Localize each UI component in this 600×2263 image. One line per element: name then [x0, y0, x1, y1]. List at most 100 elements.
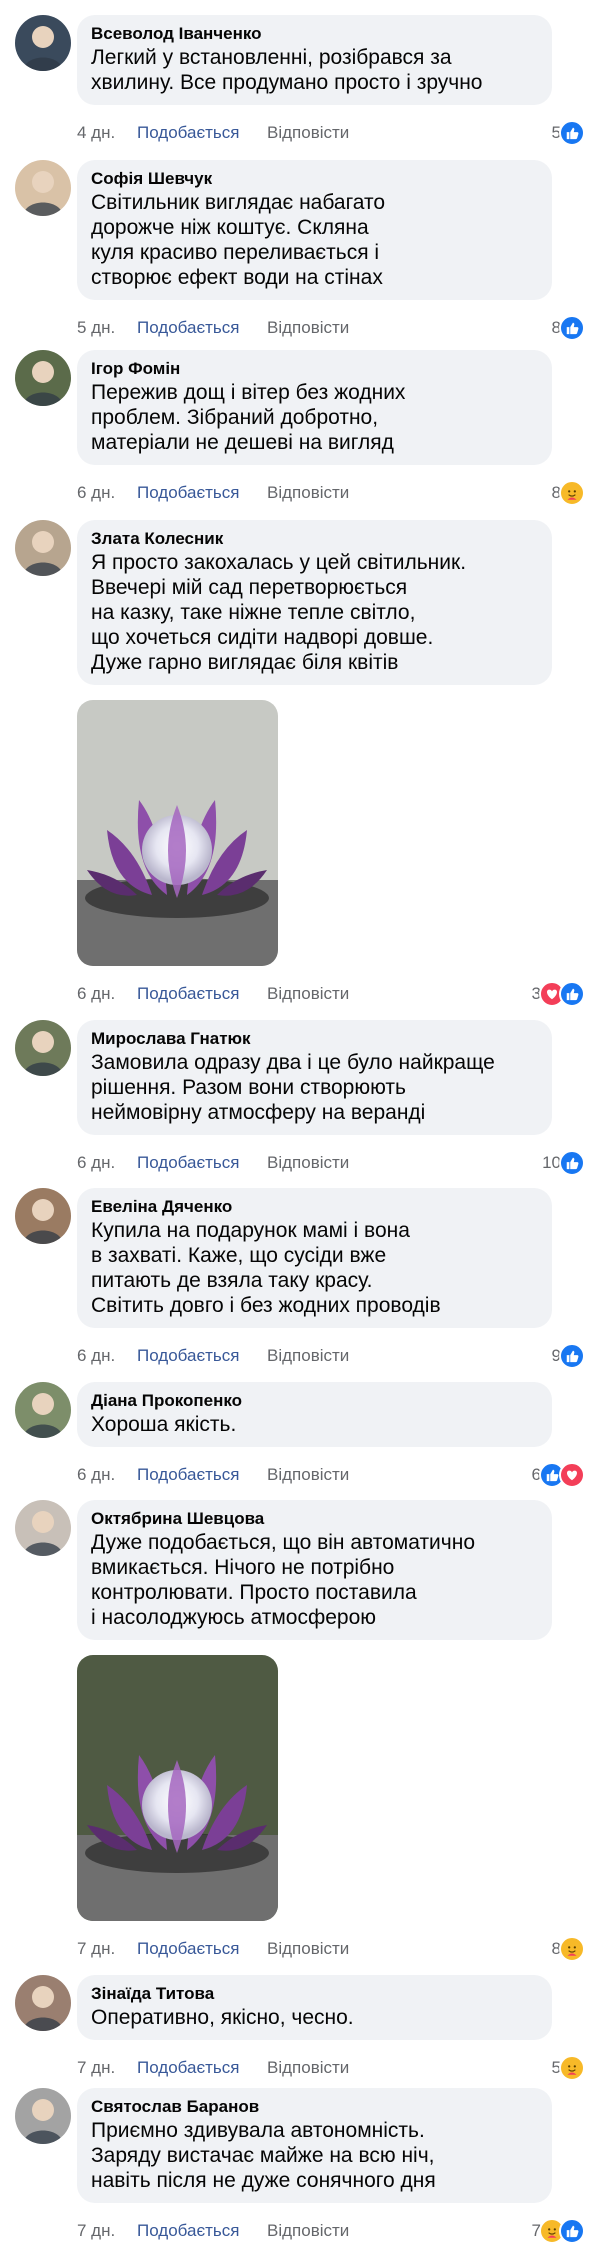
comment-author[interactable]: Всеволод Іванченко — [91, 23, 538, 45]
avatar[interactable] — [15, 1975, 71, 2031]
comment-author[interactable]: Мирослава Гнатюк — [91, 1028, 538, 1050]
avatar[interactable] — [15, 1382, 71, 1438]
like-button[interactable]: Подобається — [137, 984, 267, 1004]
comment-author[interactable]: Святослав Баранов — [91, 2096, 538, 2118]
reaction-summary[interactable]: 8 — [552, 315, 585, 341]
comment-meta: 6 дн. Подобається Відповісти — [77, 1346, 349, 1366]
comment-author[interactable]: Ігор Фомін — [91, 358, 538, 380]
comment-text-line: навіть після не дуже сонячного дня — [91, 2169, 436, 2192]
reply-button[interactable]: Відповісти — [267, 318, 349, 338]
comment-text: Замовила одразу два і це було найкраще рі… — [91, 1050, 538, 1125]
comment-bubble: Софія Шевчук Світильник виглядає набагато… — [77, 160, 552, 300]
reply-button[interactable]: Відповісти — [267, 984, 349, 1004]
reaction-summary[interactable]: 3 — [532, 981, 585, 1007]
comment-text-line: Купила на подарунок мамі і вона — [91, 1219, 410, 1242]
reply-button[interactable]: Відповісти — [267, 2058, 349, 2078]
like-button[interactable]: Подобається — [137, 2221, 267, 2241]
comment-text-line: хвилину. Все продумано просто і зручно — [91, 71, 483, 94]
comment-author[interactable]: Зінаїда Титова — [91, 1983, 538, 2005]
comment-author[interactable]: Евеліна Дяченко — [91, 1196, 538, 1218]
comment-text: Дуже подобається, що він автоматично вмик… — [91, 1530, 538, 1630]
comment-time: 4 дн. — [77, 123, 116, 142]
comment-meta: 7 дн. Подобається Відповісти — [77, 2221, 349, 2241]
comment-author[interactable]: Злата Колесник — [91, 528, 538, 550]
reply-button[interactable]: Відповісти — [267, 123, 349, 143]
comment-text-line: Приємно здивувала автономність. — [91, 2119, 425, 2142]
reaction-summary[interactable]: 8 — [552, 1936, 585, 1962]
comment-text-line: що хочеться сидіти надворі довше. — [91, 626, 434, 649]
avatar[interactable] — [15, 350, 71, 406]
like-button[interactable]: Подобається — [137, 1939, 267, 1959]
reaction-summary[interactable]: 9 — [552, 1343, 585, 1369]
reaction-summary[interactable]: 5 — [552, 2055, 585, 2081]
comment-text: Купила на подарунок мамі і вона в захваті… — [91, 1218, 538, 1318]
comment-time: 6 дн. — [77, 1346, 116, 1365]
reply-button[interactable]: Відповісти — [267, 1346, 349, 1366]
reaction-summary[interactable]: 6 — [532, 1462, 585, 1488]
comment-list: Всеволод Іванченко Легкий у встановленні,… — [0, 0, 600, 2263]
like-button[interactable]: Подобається — [137, 1346, 267, 1366]
reply-button[interactable]: Відповісти — [267, 2221, 349, 2241]
comment-bubble: Святослав Баранов Приємно здивувала автон… — [77, 2088, 552, 2203]
comment-text: Приємно здивувала автономність. Заряду ви… — [91, 2118, 538, 2193]
comment-text-line: Заряду вистачає майже на всю ніч, — [91, 2144, 435, 2167]
comment-text: Я просто закохалась у цей світильник. Вве… — [91, 550, 538, 675]
comment-bubble: Зінаїда Титова Оперативно, якісно, чесно. — [77, 1975, 552, 2040]
comment-time: 6 дн. — [77, 1153, 116, 1172]
lotus-lamp-photo[interactable] — [77, 1655, 278, 1921]
avatar[interactable] — [15, 520, 71, 576]
reply-button[interactable]: Відповісти — [267, 1465, 349, 1485]
comment-time: 6 дн. — [77, 483, 116, 502]
care-icon — [559, 1936, 585, 1962]
comment-meta: 5 дн. Подобається Відповісти — [77, 318, 349, 338]
avatar[interactable] — [15, 15, 71, 71]
comment-text: Легкий у встановленні, розібрався за хвил… — [91, 45, 538, 95]
comment-text: Світильник виглядає набагато дорожче ніж … — [91, 190, 538, 290]
comment-text-line: Світить довго і без жодних проводів — [91, 1294, 441, 1317]
comment-author[interactable]: Софія Шевчук — [91, 168, 538, 190]
care-icon — [559, 480, 585, 506]
comment-text-line: питають де взяла таку красу. — [91, 1269, 373, 1292]
like-button[interactable]: Подобається — [137, 1465, 267, 1485]
like-icon — [559, 2218, 585, 2244]
avatar[interactable] — [15, 1188, 71, 1244]
comment-text-line: рішення. Разом вони створюють — [91, 1076, 406, 1099]
reply-button[interactable]: Відповісти — [267, 1939, 349, 1959]
reply-button[interactable]: Відповісти — [267, 1153, 349, 1173]
avatar[interactable] — [15, 2088, 71, 2144]
like-button[interactable]: Подобається — [137, 123, 267, 143]
comment-text-line: проблем. Зібраний добротно, — [91, 406, 379, 429]
reaction-summary[interactable]: 8 — [552, 480, 585, 506]
lotus-lamp-photo[interactable] — [77, 700, 278, 966]
reaction-summary[interactable]: 5 — [552, 120, 585, 146]
like-button[interactable]: Подобається — [137, 1153, 267, 1173]
comment-text: Пережив дощ і вітер без жодних проблем. З… — [91, 380, 538, 455]
comment-bubble: Евеліна Дяченко Купила на подарунок мамі … — [77, 1188, 552, 1328]
comment-text-line: неймовірну атмосферу на веранді — [91, 1101, 426, 1124]
reply-button[interactable]: Відповісти — [267, 483, 349, 503]
avatar[interactable] — [15, 160, 71, 216]
comment-author[interactable]: Діана Прокопенко — [91, 1390, 538, 1412]
comment-text-line: і насолоджуюсь атмосферою — [91, 1606, 377, 1629]
comment-bubble: Ігор Фомін Пережив дощ і вітер без жодних… — [77, 350, 552, 465]
like-button[interactable]: Подобається — [137, 483, 267, 503]
comment-text-line: на казку, таке ніжне тепле світло, — [91, 601, 416, 624]
comment-time: 7 дн. — [77, 1939, 116, 1958]
comment-bubble: Всеволод Іванченко Легкий у встановленні,… — [77, 15, 552, 105]
comment-author[interactable]: Октябрина Шевцова — [91, 1508, 538, 1530]
comment-time: 7 дн. — [77, 2058, 116, 2077]
comment-meta: 4 дн. Подобається Відповісти — [77, 123, 349, 143]
reaction-summary[interactable]: 10 — [542, 1150, 585, 1176]
like-button[interactable]: Подобається — [137, 318, 267, 338]
avatar[interactable] — [15, 1500, 71, 1556]
comment-text-line: створює ефект води на стінах — [91, 266, 383, 289]
comment-text-line: контролювати. Просто поставила — [91, 1581, 417, 1604]
like-button[interactable]: Подобається — [137, 2058, 267, 2078]
comment-text-line: матеріали не дешеві на вигляд — [91, 431, 394, 454]
reaction-summary[interactable]: 7 — [532, 2218, 585, 2244]
comment-meta: 6 дн. Подобається Відповісти — [77, 1465, 349, 1485]
comment-time: 6 дн. — [77, 984, 116, 1003]
comment-bubble: Мирослава Гнатюк Замовила одразу два і це… — [77, 1020, 552, 1135]
avatar[interactable] — [15, 1020, 71, 1076]
comment-meta: 6 дн. Подобається Відповісти — [77, 1153, 349, 1173]
